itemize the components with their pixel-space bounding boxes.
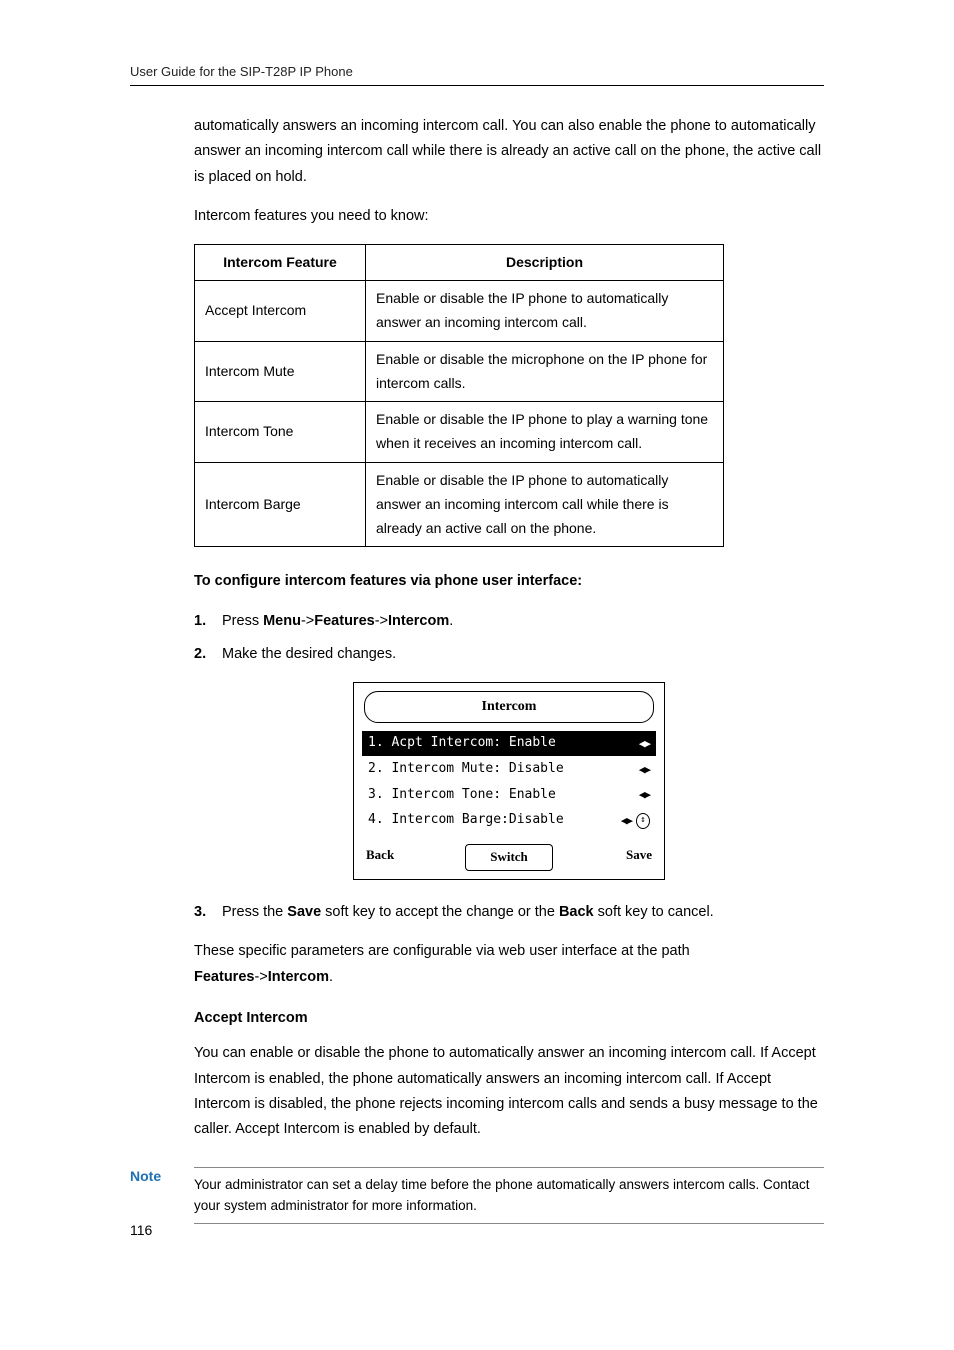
step3-suffix: soft key to cancel.: [594, 904, 714, 920]
lcd-title: Intercom: [364, 691, 654, 724]
note-block: Note Your administrator can set a delay …: [130, 1167, 824, 1224]
lcd-list: 1. Acpt Intercom: Enable ◀▶ 2. Intercom …: [354, 731, 664, 840]
step1-sep2: ->: [375, 613, 388, 629]
step-1: Press Menu->Features->Intercom.: [194, 609, 824, 634]
feature-cell: Accept Intercom: [195, 281, 366, 342]
table-row: Intercom Tone Enable or disable the IP p…: [195, 402, 724, 463]
step1-features: Features: [314, 613, 374, 629]
page: User Guide for the SIP-T28P IP Phone aut…: [0, 0, 954, 1350]
steps-list: Press Menu->Features->Intercom. Make the…: [194, 609, 824, 668]
left-right-arrows-icon: ◀▶: [639, 785, 650, 804]
post-suffix: .: [329, 969, 333, 985]
step3-prefix: Press the: [222, 904, 287, 920]
table-row: Intercom Mute Enable or disable the micr…: [195, 341, 724, 402]
table-header-feature: Intercom Feature: [195, 244, 366, 281]
left-right-arrows-icon: ◀▶: [639, 734, 650, 753]
desc-cell: Enable or disable the IP phone to automa…: [366, 463, 724, 547]
steps-list-continued: Press the Save soft key to accept the ch…: [194, 900, 824, 925]
post-paragraph: These specific parameters are configurab…: [194, 939, 824, 990]
lcd-row-1: 1. Acpt Intercom: Enable ◀▶: [362, 731, 656, 756]
softkey-switch: Switch: [465, 844, 554, 871]
step1-intercom: Intercom: [388, 613, 449, 629]
table-row: Intercom Barge Enable or disable the IP …: [195, 463, 724, 547]
lcd-row-4: 4. Intercom Barge:Disable ◀▶: [362, 808, 656, 833]
post-path1: Features: [194, 969, 254, 985]
feature-cell: Intercom Tone: [195, 402, 366, 463]
lcd-softkeys: Back Switch Save: [354, 840, 664, 879]
step-2: Make the desired changes.: [194, 642, 824, 667]
lcd-row-3: 3. Intercom Tone: Enable ◀▶: [362, 783, 656, 808]
post-sep: ->: [254, 969, 267, 985]
note-label: Note: [130, 1167, 194, 1224]
feature-cell: Intercom Barge: [195, 463, 366, 547]
step3-mid: soft key to accept the change or the: [321, 904, 559, 920]
lcd-row-2: 2. Intercom Mute: Disable ◀▶: [362, 757, 656, 782]
intro-paragraph-1: automatically answers an incoming interc…: [194, 114, 824, 190]
post-path2: Intercom: [268, 969, 329, 985]
main-content: automatically answers an incoming interc…: [194, 114, 824, 1143]
lcd-screenshot: Intercom 1. Acpt Intercom: Enable ◀▶ 2. …: [353, 682, 665, 880]
step1-menu: Menu: [263, 613, 301, 629]
desc-cell: Enable or disable the IP phone to play a…: [366, 402, 724, 463]
intro-paragraph-2: Intercom features you need to know:: [194, 204, 824, 229]
accept-intercom-heading: Accept Intercom: [194, 1006, 824, 1031]
step1-prefix: Press: [222, 613, 263, 629]
lcd-row4-label: 4. Intercom Barge:Disable: [368, 809, 621, 832]
note-text: Your administrator can set a delay time …: [194, 1167, 824, 1224]
step3-save: Save: [287, 904, 321, 920]
page-number: 116: [130, 1222, 152, 1238]
lcd-row2-label: 2. Intercom Mute: Disable: [368, 758, 639, 781]
left-right-arrows-icon: ◀▶: [639, 760, 650, 779]
left-right-arrows-icon: ◀▶: [621, 811, 632, 830]
lcd-row3-label: 3. Intercom Tone: Enable: [368, 784, 639, 807]
feature-cell: Intercom Mute: [195, 341, 366, 402]
step-3: Press the Save soft key to accept the ch…: [194, 900, 824, 925]
intercom-feature-table: Intercom Feature Description Accept Inte…: [194, 244, 724, 548]
desc-cell: Enable or disable the microphone on the …: [366, 341, 724, 402]
scroll-indicator-icon: [636, 813, 650, 829]
softkey-save: Save: [573, 844, 656, 871]
lcd-row1-label: 1. Acpt Intercom: Enable: [368, 732, 639, 755]
step1-suffix: .: [449, 613, 453, 629]
step3-back: Back: [559, 904, 594, 920]
desc-cell: Enable or disable the IP phone to automa…: [366, 281, 724, 342]
table-header-description: Description: [366, 244, 724, 281]
accept-intercom-body: You can enable or disable the phone to a…: [194, 1041, 824, 1143]
softkey-back: Back: [362, 844, 445, 871]
table-row: Accept Intercom Enable or disable the IP…: [195, 281, 724, 342]
config-heading: To configure intercom features via phone…: [194, 569, 824, 594]
step1-sep1: ->: [301, 613, 314, 629]
running-header: User Guide for the SIP-T28P IP Phone: [130, 64, 824, 86]
post-prefix: These specific parameters are configurab…: [194, 943, 690, 959]
